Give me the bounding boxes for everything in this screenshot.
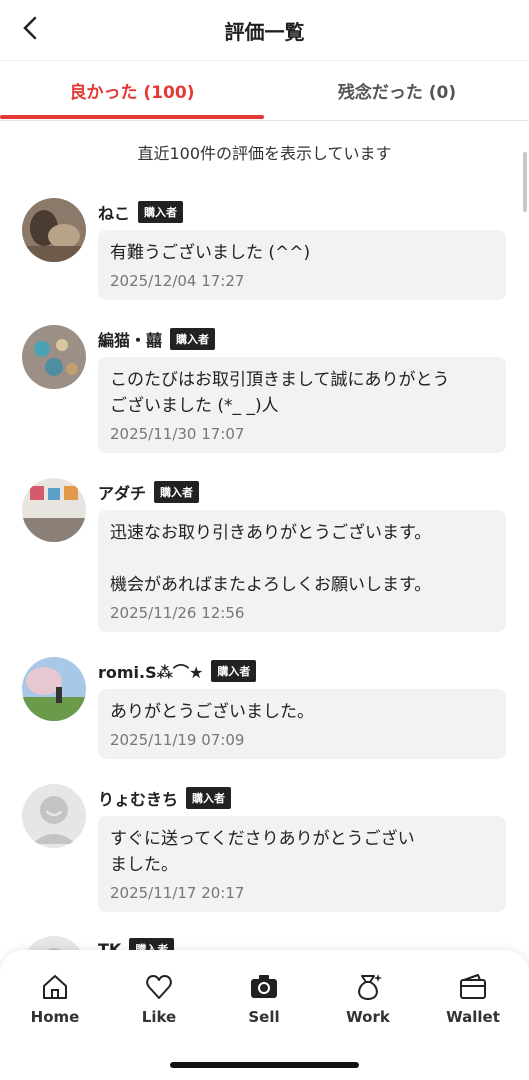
review-date: 2025/11/19 07:09 bbox=[110, 731, 245, 749]
nav-label: Sell bbox=[248, 1008, 280, 1026]
back-button[interactable] bbox=[14, 12, 46, 44]
name-row: アダチ 購入者 bbox=[98, 480, 200, 504]
buyer-badge: 購入者 bbox=[186, 787, 232, 809]
bottom-nav: Home Like Sell Work Wallet bbox=[0, 950, 529, 1080]
avatar[interactable] bbox=[22, 198, 86, 262]
summary-text: 直近100件の評価を表示しています bbox=[137, 144, 392, 163]
tabs: 良かった (100) 残念だった (0) bbox=[0, 60, 529, 121]
active-tab-indicator bbox=[0, 115, 264, 119]
buyer-badge: 購入者 bbox=[154, 481, 200, 503]
review-date: 2025/11/30 17:07 bbox=[110, 425, 245, 443]
buyer-badge: 購入者 bbox=[170, 328, 216, 350]
name-row: 編猫・囍 購入者 bbox=[98, 327, 216, 351]
nav-label: Like bbox=[141, 1008, 177, 1026]
review-bubble: ありがとうございました。 2025/11/19 07:09 bbox=[98, 689, 506, 759]
buyer-badge: 購入者 bbox=[138, 201, 184, 223]
nav-label: Work bbox=[346, 1008, 390, 1026]
nav-label: Home bbox=[30, 1008, 80, 1026]
review-comment: 有難うございました (^^) bbox=[110, 243, 311, 263]
review-date: 2025/12/04 17:27 bbox=[110, 272, 245, 290]
buyer-badge: 購入者 bbox=[211, 660, 257, 682]
money-bag-icon bbox=[358, 974, 382, 1000]
name-row: ねこ 購入者 bbox=[98, 200, 184, 224]
review-comment: このたびはお取引頂きまして誠にありがとう ございました (*_ _)人 bbox=[110, 370, 450, 416]
default-avatar-icon[interactable] bbox=[22, 784, 86, 848]
review-comment: ありがとうございました。 bbox=[110, 702, 314, 722]
page-title: 評価一覧 bbox=[224, 19, 305, 44]
reviewer-name[interactable]: ねこ bbox=[98, 200, 130, 224]
reviewer-name[interactable]: 編猫・囍 bbox=[98, 327, 162, 351]
reviewer-name[interactable]: りょむきち bbox=[98, 786, 178, 810]
nav-home[interactable]: Home bbox=[15, 972, 95, 1026]
home-icon bbox=[43, 975, 67, 999]
nav-wallet[interactable]: Wallet bbox=[433, 972, 513, 1026]
review-comment: すぐに送ってくださりありがとうござい ました。 bbox=[110, 829, 415, 875]
avatar[interactable] bbox=[22, 325, 86, 389]
review-bubble: 有難うございました (^^) 2025/12/04 17:27 bbox=[98, 230, 506, 300]
reviewer-name[interactable]: romi.S⁂⌒★ bbox=[98, 659, 203, 683]
avatar[interactable] bbox=[22, 478, 86, 542]
review-bubble: 迅速なお取り引きありがとうございます。 機会があればまたよろしくお願いします。 … bbox=[98, 510, 506, 632]
review-bubble: すぐに送ってくださりありがとうござい ました。 2025/11/17 20:17 bbox=[98, 816, 506, 912]
review-date: 2025/11/17 20:17 bbox=[110, 884, 245, 902]
review-date: 2025/11/26 12:56 bbox=[110, 604, 245, 622]
reviewer-name[interactable]: アダチ bbox=[98, 480, 146, 504]
tab-bad[interactable]: 残念だった (0) bbox=[265, 60, 529, 120]
home-indicator[interactable] bbox=[170, 1062, 359, 1068]
nav-sell[interactable]: Sell bbox=[224, 972, 304, 1026]
name-row: romi.S⁂⌒★ 購入者 bbox=[98, 659, 257, 683]
avatar[interactable] bbox=[22, 657, 86, 721]
camera-icon bbox=[251, 975, 277, 998]
nav-label: Wallet bbox=[446, 1008, 500, 1026]
heart-icon bbox=[146, 975, 172, 999]
scrollbar[interactable] bbox=[523, 152, 527, 212]
chevron-left-icon bbox=[23, 16, 37, 40]
review-comment: 迅速なお取り引きありがとうございます。 機会があればまたよろしくお願いします。 bbox=[110, 523, 432, 595]
review-bubble: このたびはお取引頂きまして誠にありがとう ございました (*_ _)人 2025… bbox=[98, 357, 506, 453]
header: 評価一覧 bbox=[0, 0, 529, 61]
tab-good[interactable]: 良かった (100) bbox=[0, 60, 264, 120]
nav-like[interactable]: Like bbox=[119, 972, 199, 1026]
name-row: りょむきち 購入者 bbox=[98, 786, 232, 810]
wallet-icon bbox=[460, 974, 486, 999]
nav-work[interactable]: Work bbox=[328, 972, 408, 1026]
